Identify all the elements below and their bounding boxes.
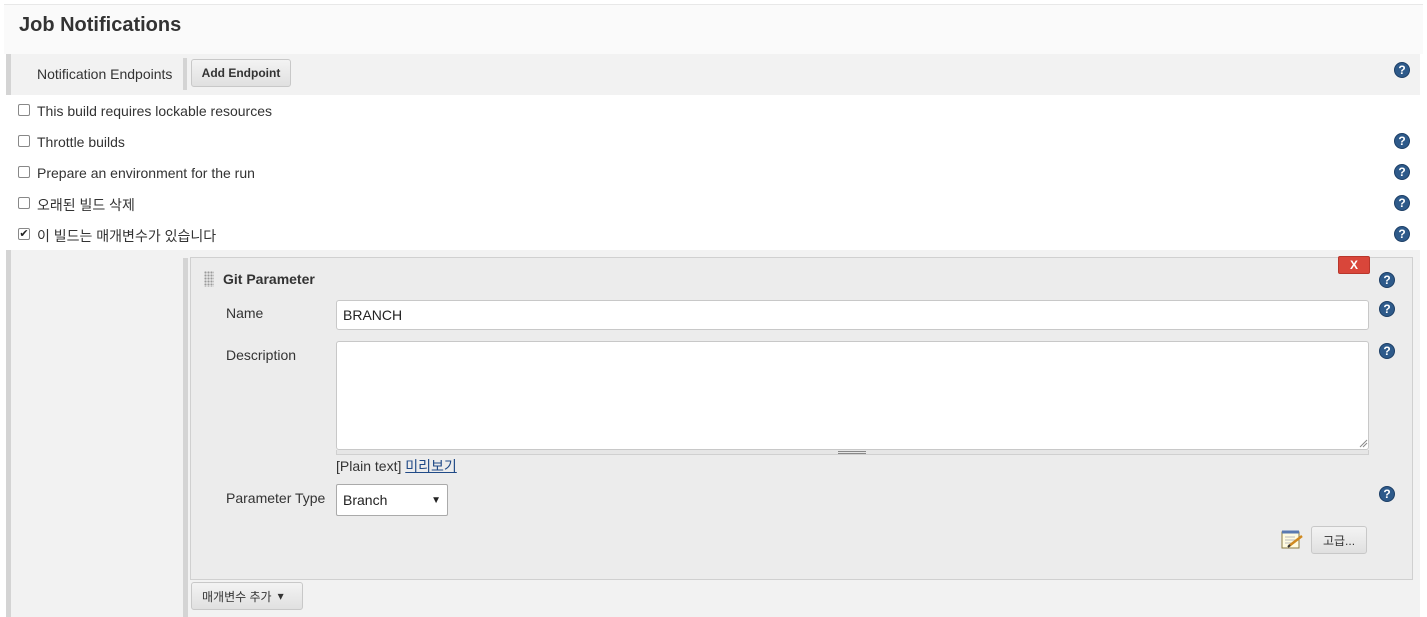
row-left-bar <box>6 54 11 95</box>
help-icon[interactable]: ? <box>1394 226 1410 242</box>
help-icon[interactable]: ? <box>1394 62 1410 78</box>
discard-old-builds-label: 오래된 빌드 삭제 <box>37 197 135 213</box>
parameters-inner-bar <box>183 258 188 617</box>
prepare-environment-checkbox[interactable] <box>18 166 30 178</box>
help-icon[interactable]: ? <box>1394 195 1410 211</box>
help-icon[interactable]: ? <box>1379 272 1395 288</box>
preview-link[interactable]: 미리보기 <box>405 458 457 474</box>
help-icon[interactable]: ? <box>1394 133 1410 149</box>
description-format: [Plain text] 미리보기 <box>336 456 457 476</box>
section-title: Job Notifications <box>19 14 182 36</box>
help-icon[interactable]: ? <box>1394 164 1410 180</box>
parameter-type-label: Parameter Type <box>226 490 326 506</box>
parameter-type-select[interactable]: Branch ▼ <box>336 484 448 516</box>
throttle-builds-checkbox[interactable] <box>18 135 30 147</box>
parameter-type-value: Branch <box>343 492 388 508</box>
section-header <box>4 4 1423 54</box>
lockable-resources-checkbox[interactable] <box>18 104 30 116</box>
help-icon[interactable]: ? <box>1379 343 1395 359</box>
caret-down-icon: ▾ <box>277 589 284 603</box>
name-label: Name <box>226 305 264 321</box>
delete-parameter-button[interactable]: X <box>1338 256 1370 274</box>
advanced-button[interactable]: 고급... <box>1311 526 1367 554</box>
lockable-resources-label: This build requires lockable resources <box>37 103 272 119</box>
parameterized-build-label: 이 빌드는 매개변수가 있습니다 <box>37 228 217 244</box>
drag-handle-icon[interactable] <box>204 271 214 287</box>
notification-endpoints-label: Notification Endpoints <box>37 66 173 82</box>
git-parameter-title: Git Parameter <box>223 271 315 287</box>
description-textarea[interactable] <box>336 341 1369 450</box>
resize-grip-icon[interactable] <box>838 451 866 454</box>
parameterized-build-checkbox[interactable]: ✔ <box>18 228 30 240</box>
row-separator <box>183 58 187 90</box>
discard-old-builds-checkbox[interactable] <box>18 197 30 209</box>
add-parameter-label: 매개변수 추가 <box>202 589 272 604</box>
chevron-down-icon: ▼ <box>431 494 441 506</box>
description-label: Description <box>226 347 297 363</box>
resize-corner-icon[interactable] <box>1358 438 1368 448</box>
parameters-left-bar <box>6 250 11 617</box>
plain-text-label: [Plain text] <box>336 458 402 474</box>
add-parameter-button[interactable]: 매개변수 추가 ▾ <box>191 582 303 610</box>
notepad-icon[interactable] <box>1280 528 1304 550</box>
prepare-environment-label: Prepare an environment for the run <box>37 165 255 181</box>
help-icon[interactable]: ? <box>1379 301 1395 317</box>
add-endpoint-button[interactable]: Add Endpoint <box>191 59 291 87</box>
help-icon[interactable]: ? <box>1379 486 1395 502</box>
throttle-builds-label: Throttle builds <box>37 134 125 150</box>
name-input[interactable] <box>336 300 1369 330</box>
